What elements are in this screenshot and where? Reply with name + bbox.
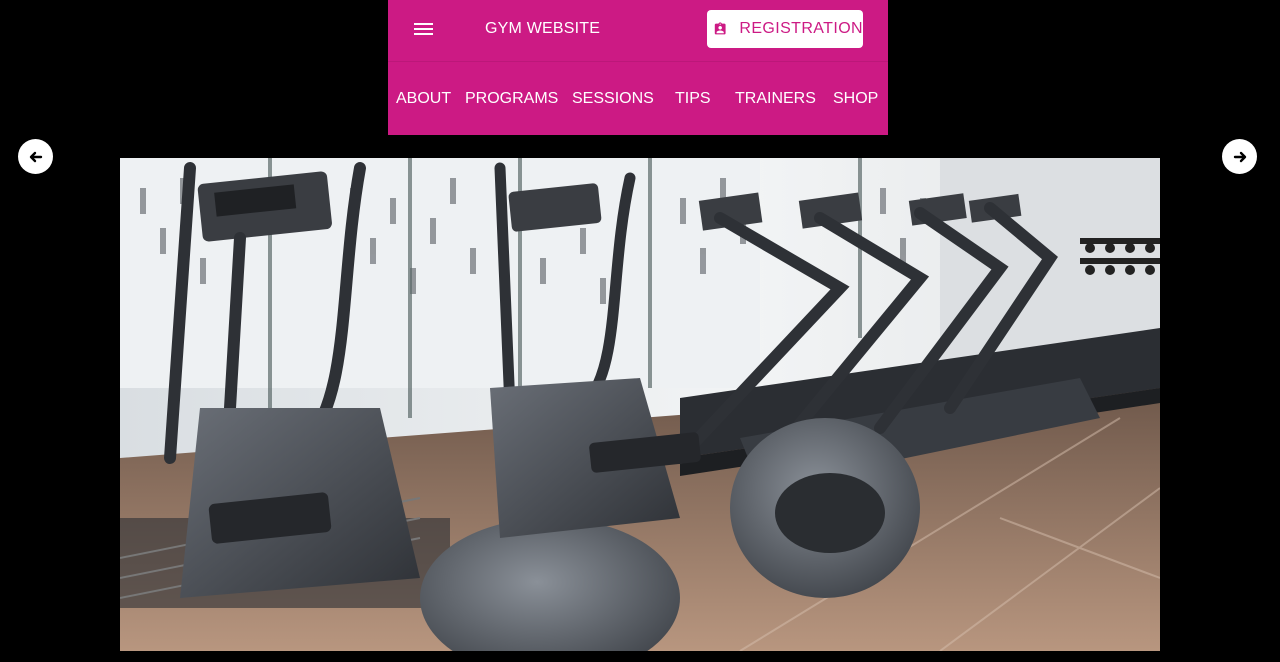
registration-label: REGISTRATION [739, 20, 863, 37]
site-header: GYM WEBSITE REGISTRATION ABOUT PROGRAMS … [388, 0, 888, 135]
slider-prev-button[interactable] [18, 139, 53, 174]
page: GYM WEBSITE REGISTRATION ABOUT PROGRAMS … [0, 0, 1280, 662]
nav-item-shop[interactable]: SHOP [833, 90, 878, 108]
top-bar: GYM WEBSITE REGISTRATION [388, 0, 888, 62]
site-title: GYM WEBSITE [485, 20, 601, 37]
nav-item-about[interactable]: ABOUT [396, 90, 451, 108]
nav-item-tips[interactable]: TIPS [675, 90, 711, 108]
hamburger-menu-icon[interactable] [414, 20, 436, 38]
nav-item-sessions[interactable]: SESSIONS [572, 90, 654, 108]
arrow-right-icon [1233, 151, 1246, 162]
main-nav: ABOUT PROGRAMS SESSIONS TIPS TRAINERS SH… [388, 62, 888, 135]
arrow-left-icon [29, 151, 42, 162]
nav-item-trainers[interactable]: TRAINERS [735, 90, 816, 108]
registration-button[interactable]: REGISTRATION [707, 10, 863, 48]
slider-next-button[interactable] [1222, 139, 1257, 174]
slider-image [120, 158, 1160, 651]
badge-icon [714, 22, 726, 35]
gym-equipment-photo [120, 158, 1160, 651]
nav-item-programs[interactable]: PROGRAMS [465, 90, 558, 108]
